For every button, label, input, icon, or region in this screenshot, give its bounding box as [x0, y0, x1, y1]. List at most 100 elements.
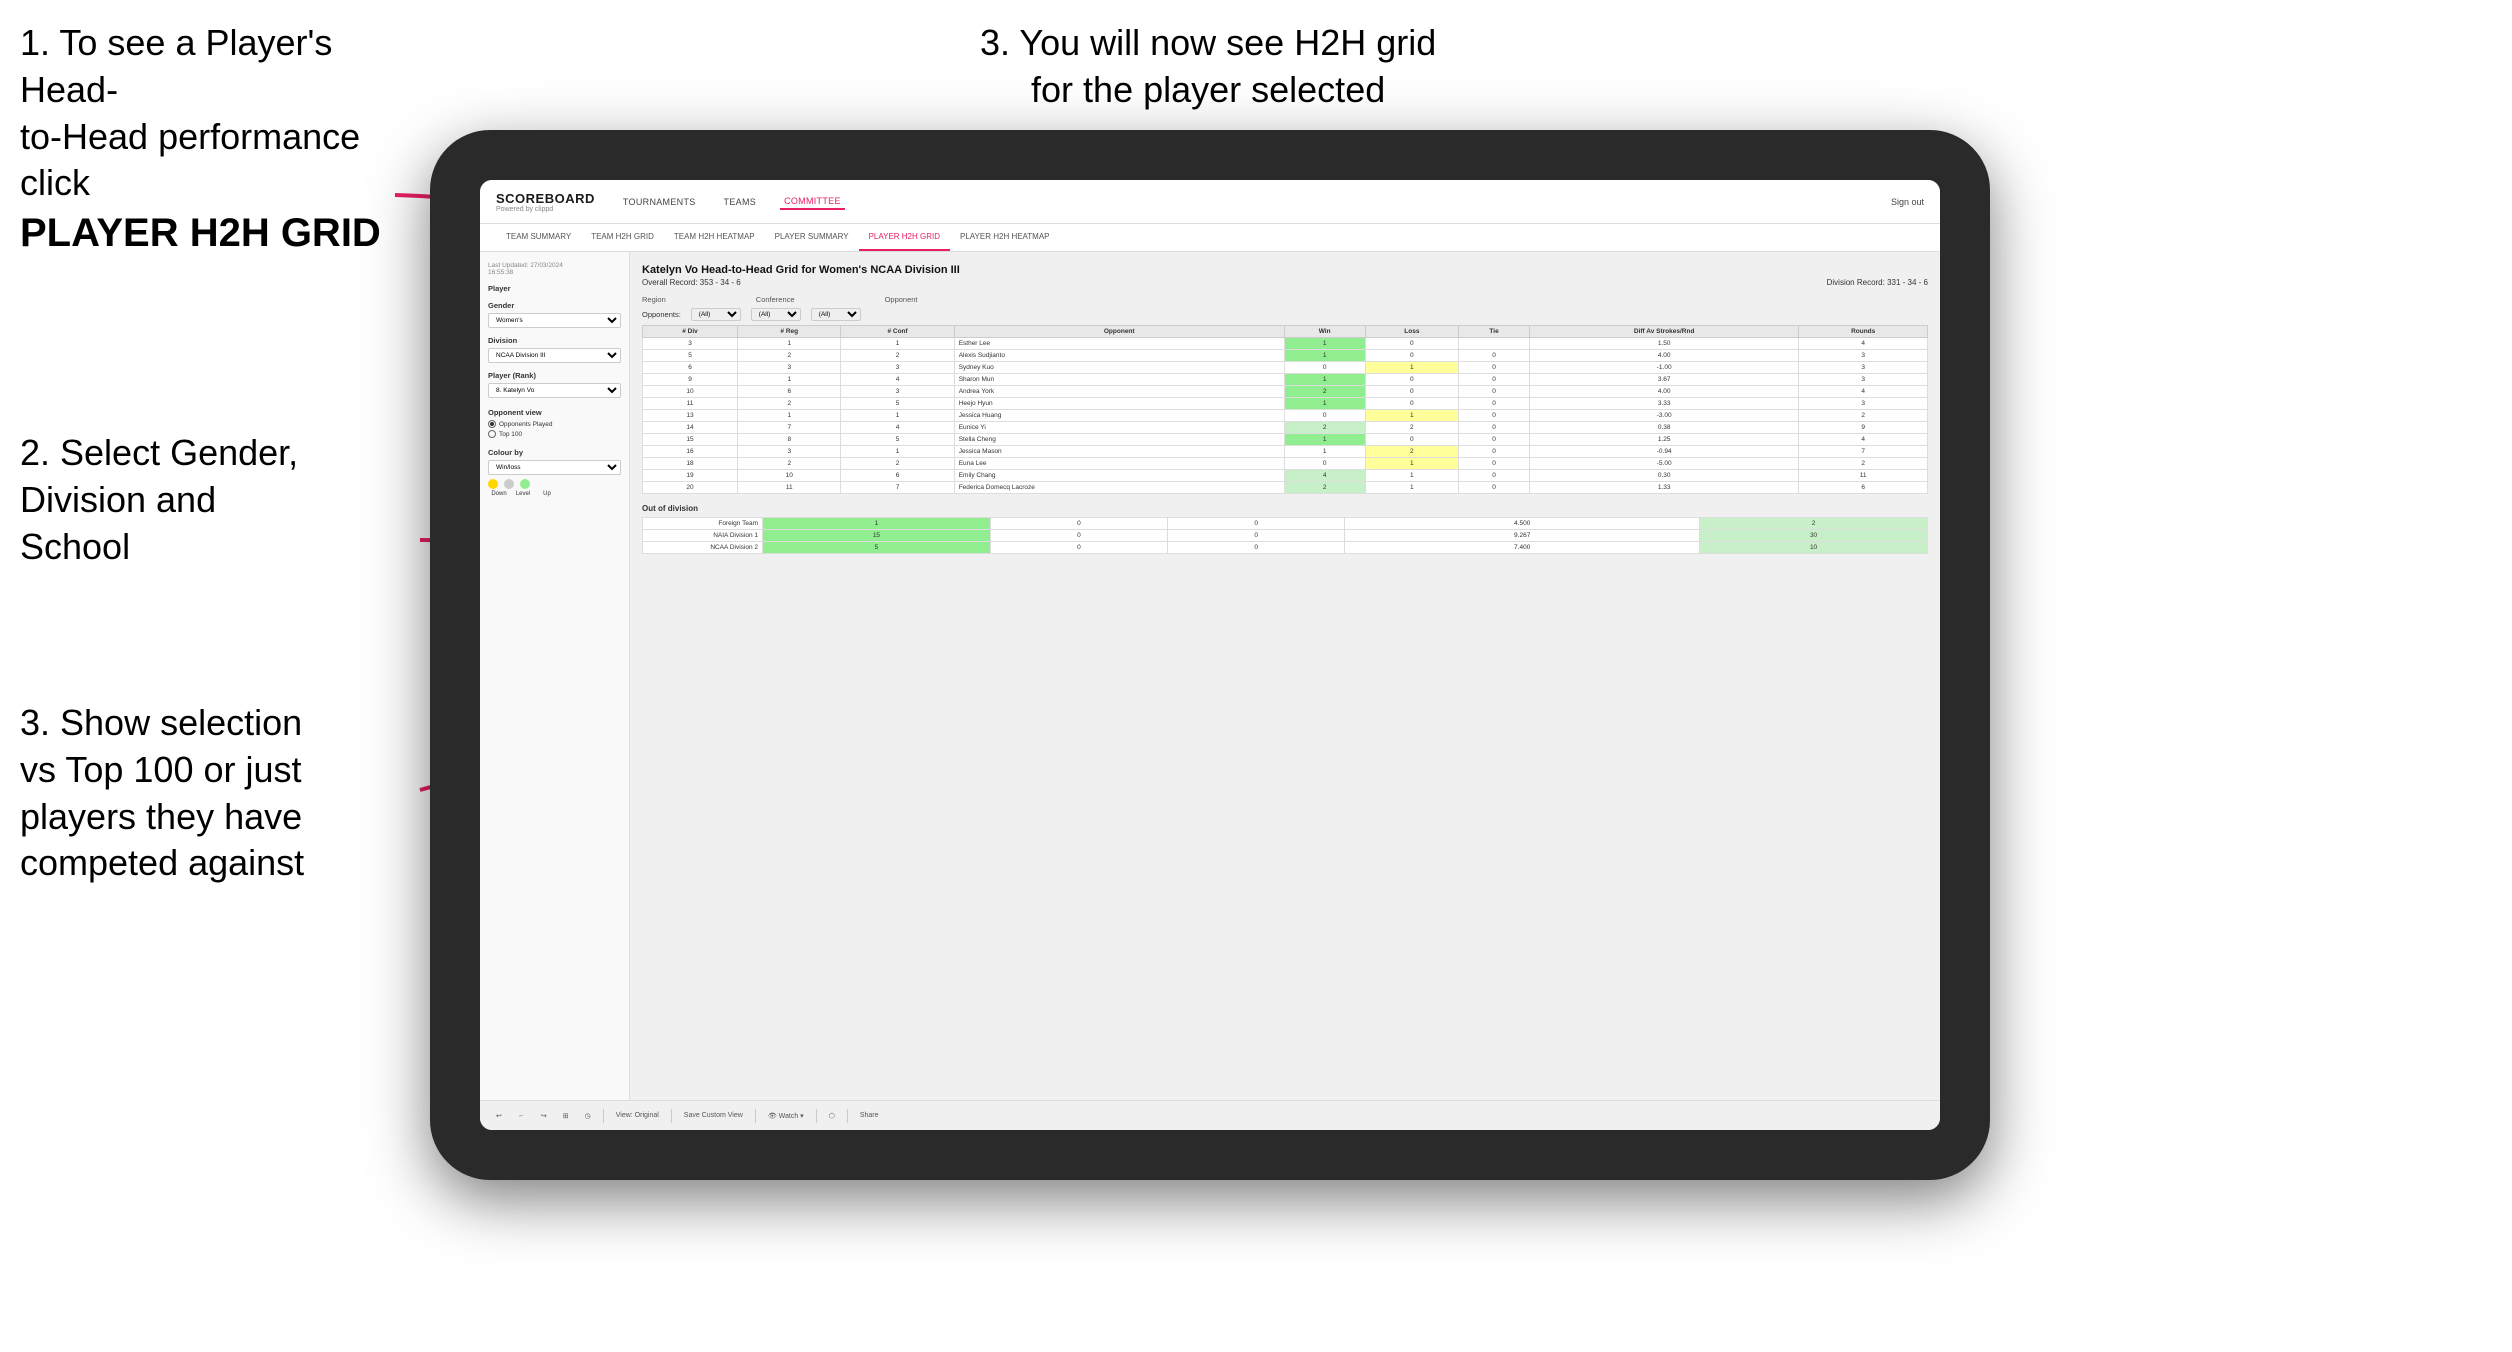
colour-dot-down — [488, 479, 498, 489]
colour-label-down: Down — [488, 491, 510, 497]
toolbar-clock[interactable]: ◷ — [581, 1110, 595, 1122]
toolbar-grid[interactable]: ⊞ — [559, 1110, 573, 1122]
toolbar-divider-3 — [755, 1109, 756, 1123]
region-label: Region — [642, 295, 666, 304]
th-rounds: Rounds — [1799, 326, 1928, 338]
toolbar-share[interactable]: Share — [856, 1110, 883, 1121]
colour-labels: Down Level Up — [488, 491, 621, 497]
opponents-label: Opponents: — [642, 310, 681, 319]
subnav-team-h2h-grid[interactable]: TEAM H2H GRID — [581, 224, 664, 251]
conference-label: Conference — [756, 295, 795, 304]
sidebar-division-select[interactable]: NCAA Division III — [488, 348, 621, 363]
division-record: Division Record: 331 - 34 - 6 — [1827, 278, 1928, 287]
instruction-bottom-left: 3. Show selectionvs Top 100 or justplaye… — [20, 700, 304, 887]
subnav-player-summary[interactable]: PLAYER SUMMARY — [765, 224, 859, 251]
filter-headers: Region Conference Opponent — [642, 295, 1928, 304]
out-of-division-label: Out of division — [642, 504, 1928, 513]
nav-tournaments[interactable]: TOURNAMENTS — [619, 195, 700, 209]
nav-items: TOURNAMENTS TEAMS COMMITTEE — [619, 194, 1891, 210]
ood-table-row: NAIA Division 115009.26730 — [643, 530, 1928, 542]
sidebar-division-section: Division NCAA Division III — [488, 336, 621, 363]
radio-top100[interactable]: Top 100 — [488, 430, 621, 438]
sidebar-player-section: Player — [488, 284, 621, 293]
ood-table-row: NCAA Division 25007.40010 — [643, 542, 1928, 554]
table-row: 1585Stella Cheng1001.254 — [643, 434, 1928, 446]
th-reg: # Reg — [738, 326, 841, 338]
sidebar-colour-label: Colour by — [488, 448, 621, 457]
nav-sign-out[interactable]: Sign out — [1891, 197, 1924, 207]
radio-opponents-played[interactable]: Opponents Played — [488, 420, 621, 428]
opponent-filter-select[interactable]: (All) — [811, 308, 861, 321]
main-table-body: 311Esther Lee101.504522Alexis Sudjianto1… — [643, 338, 1928, 494]
table-row: 1311Jessica Huang010-3.002 — [643, 410, 1928, 422]
tablet: SCOREBOARD Powered by clippd TOURNAMENTS… — [430, 130, 1990, 1180]
sub-nav: TEAM SUMMARY TEAM H2H GRID TEAM H2H HEAT… — [480, 224, 1940, 252]
th-div: # Div — [643, 326, 738, 338]
th-loss: Loss — [1365, 326, 1459, 338]
table-row: 1822Euna Lee010-5.002 — [643, 458, 1928, 470]
h2h-title: Katelyn Vo Head-to-Head Grid for Women's… — [642, 264, 1928, 276]
opponent-filter-label: Opponent — [885, 295, 918, 304]
subnav-player-h2h-heatmap[interactable]: PLAYER H2H HEATMAP — [950, 224, 1060, 251]
toolbar-redo[interactable]: ↪ — [537, 1110, 551, 1122]
th-win: Win — [1284, 326, 1365, 338]
sidebar-opponent-view: Opponent view Opponents Played Top 100 — [488, 408, 621, 438]
toolbar-divider-4 — [816, 1109, 817, 1123]
sidebar-gender-label: Gender — [488, 301, 621, 310]
sidebar-colour-section: Colour by Win/loss Down Level Up — [488, 448, 621, 497]
instruction-mid-left: 2. Select Gender,Division andSchool — [20, 430, 298, 570]
ood-table-body: Foreign Team1004.5002NAIA Division 11500… — [643, 518, 1928, 554]
ood-table-row: Foreign Team1004.5002 — [643, 518, 1928, 530]
table-row: 1125Heejo Hyun1003.333 — [643, 398, 1928, 410]
nav-teams[interactable]: TEAMS — [720, 195, 761, 209]
colour-label-up: Up — [536, 491, 558, 497]
sidebar: Last Updated: 27/03/2024 16:55:38 Player… — [480, 252, 630, 1100]
sidebar-player-rank-label: Player (Rank) — [488, 371, 621, 380]
sidebar-opponent-view-label: Opponent view — [488, 408, 621, 417]
sidebar-gender-section: Gender Women's — [488, 301, 621, 328]
sidebar-player-label: Player — [488, 284, 621, 293]
th-conf: # Conf — [841, 326, 954, 338]
radio-dot-opponents — [488, 420, 496, 428]
th-tie: Tie — [1459, 326, 1530, 338]
toolbar: ↩ ← ↪ ⊞ ◷ View: Original Save Custom Vie… — [480, 1100, 1940, 1130]
toolbar-view-original[interactable]: View: Original — [612, 1110, 663, 1121]
subnav-player-h2h-grid[interactable]: PLAYER H2H GRID — [859, 224, 950, 251]
sidebar-radio-group: Opponents Played Top 100 — [488, 420, 621, 438]
instruction-top-right: 3. You will now see H2H gridfor the play… — [980, 20, 1436, 114]
conference-filter-select[interactable]: (All) — [751, 308, 801, 321]
subnav-team-summary[interactable]: TEAM SUMMARY — [496, 224, 581, 251]
toolbar-hex[interactable]: ⬡ — [825, 1110, 839, 1122]
h2h-records: Overall Record: 353 - 34 - 6 Division Re… — [642, 278, 1928, 287]
sidebar-timestamp: Last Updated: 27/03/2024 16:55:38 — [488, 262, 621, 276]
table-row: 633Sydney Kuo010-1.003 — [643, 362, 1928, 374]
sidebar-gender-select[interactable]: Women's — [488, 313, 621, 328]
nav-committee[interactable]: COMMITTEE — [780, 194, 845, 210]
opponents-filter-select[interactable]: (All) — [691, 308, 741, 321]
radio-dot-top100 — [488, 430, 496, 438]
toolbar-save-custom-view[interactable]: Save Custom View — [680, 1110, 747, 1121]
instruction-top-left: 1. To see a Player's Head- to-Head perfo… — [20, 20, 440, 259]
table-header-row: # Div # Reg # Conf Opponent Win Loss Tie… — [643, 326, 1928, 338]
sidebar-division-label: Division — [488, 336, 621, 345]
brand-title: SCOREBOARD — [496, 191, 595, 206]
data-area: Katelyn Vo Head-to-Head Grid for Women's… — [630, 252, 1940, 1100]
nav-bar: SCOREBOARD Powered by clippd TOURNAMENTS… — [480, 180, 1940, 224]
brand-sub: Powered by clippd — [496, 206, 595, 213]
table-row: 1631Jessica Mason120-0.947 — [643, 446, 1928, 458]
table-row: 1063Andrea York2004.004 — [643, 386, 1928, 398]
colour-label-level: Level — [512, 491, 534, 497]
table-row: 1474Eunice Yi2200.389 — [643, 422, 1928, 434]
sidebar-player-rank-select[interactable]: 8. Katelyn Vo — [488, 383, 621, 398]
th-opponent: Opponent — [954, 326, 1284, 338]
table-row: 311Esther Lee101.504 — [643, 338, 1928, 350]
toolbar-back[interactable]: ← — [514, 1110, 529, 1121]
main-content: Last Updated: 27/03/2024 16:55:38 Player… — [480, 252, 1940, 1100]
toolbar-watch[interactable]: 👁 Watch ▾ — [764, 1110, 808, 1122]
toolbar-divider-5 — [847, 1109, 848, 1123]
opponents-row: Opponents: (All) (All) (All) — [642, 308, 1928, 321]
toolbar-undo[interactable]: ↩ — [492, 1110, 506, 1122]
out-of-division-table: Foreign Team1004.5002NAIA Division 11500… — [642, 517, 1928, 554]
subnav-team-h2h-heatmap[interactable]: TEAM H2H HEATMAP — [664, 224, 765, 251]
sidebar-colour-select[interactable]: Win/loss — [488, 460, 621, 475]
